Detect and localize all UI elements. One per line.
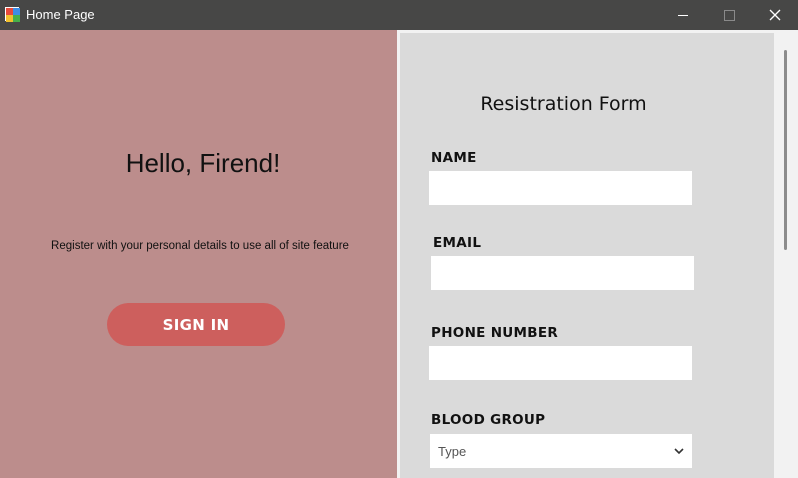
registration-form: Resistration Form NAME EMAIL PHONE NUMBE… (400, 33, 774, 478)
window-title: Home Page (26, 7, 95, 22)
maximize-icon (723, 9, 735, 21)
blood-group-selected: Type (438, 443, 467, 459)
register-subtitle: Register with your personal details to u… (51, 240, 349, 252)
name-input[interactable] (429, 171, 692, 205)
phone-label: PHONE NUMBER (431, 325, 559, 341)
registration-panel: Resistration Form NAME EMAIL PHONE NUMBE… (397, 30, 798, 478)
greeting-heading: Hello, Firend! (125, 148, 281, 178)
sign-in-button[interactable]: SIGN IN (107, 303, 285, 346)
chevron-down-icon (674, 447, 684, 454)
name-label: NAME (431, 150, 477, 166)
blood-group-select[interactable]: Type (430, 434, 692, 468)
email-input[interactable] (431, 256, 694, 290)
phone-input[interactable] (429, 346, 692, 380)
app-icon (5, 7, 20, 22)
scrollbar-thumb[interactable] (784, 50, 787, 250)
title-bar: Home Page (0, 0, 798, 30)
close-icon (769, 9, 781, 21)
maximize-button[interactable] (706, 0, 752, 30)
welcome-panel: Hello, Firend! Register with your person… (0, 30, 397, 478)
email-label: EMAIL (433, 235, 482, 251)
close-button[interactable] (752, 0, 798, 30)
minimize-icon (678, 14, 688, 16)
blood-group-label: BLOOD GROUP (431, 412, 546, 428)
minimize-button[interactable] (660, 0, 706, 30)
form-title: Resistration Form (480, 93, 647, 115)
